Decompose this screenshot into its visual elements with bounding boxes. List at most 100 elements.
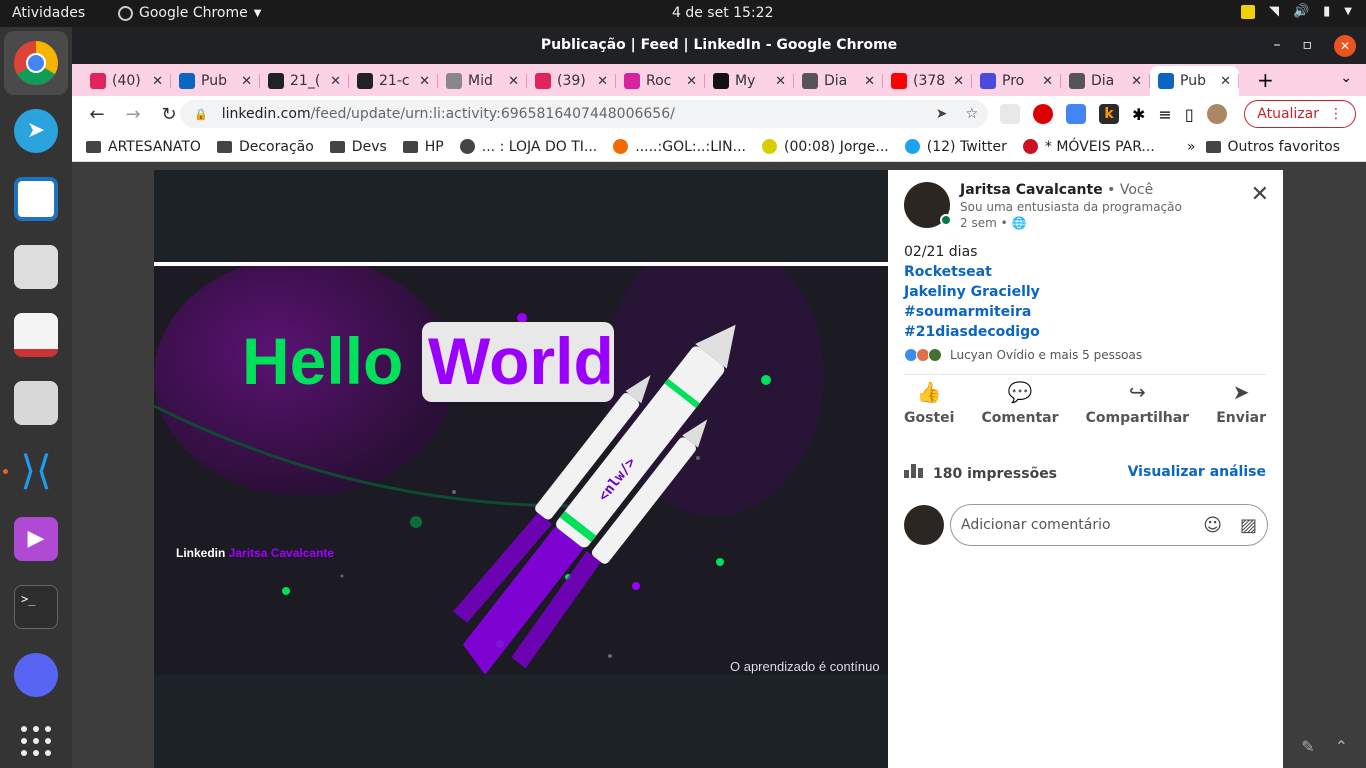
browser-tab[interactable]: Dia ✕ — [794, 66, 883, 96]
bookmarks-bar: ARTESANATO Decoração Devs HP ... : LOJA DO T… — [72, 132, 1366, 162]
dock-discord[interactable] — [10, 649, 62, 701]
close-tab-icon[interactable]: ✕ — [1042, 74, 1053, 89]
back-icon[interactable]: ← — [86, 104, 108, 125]
enviar-button[interactable]: ➤ Enviar — [1216, 380, 1266, 426]
bookmark-item[interactable]: ARTESANATO — [86, 139, 201, 155]
extension-icon[interactable] — [1000, 104, 1020, 124]
dock-image-viewer[interactable] — [10, 241, 62, 293]
browser-tab[interactable]: Dia ✕ — [1061, 66, 1150, 96]
close-tab-icon[interactable]: ✕ — [419, 74, 430, 89]
notes-icon[interactable] — [1240, 4, 1255, 19]
post-link[interactable]: Rocketseat — [904, 262, 1040, 282]
reactions-summary[interactable]: Lucyan Ovídio e mais 5 pessoas — [904, 348, 1142, 362]
browser-tab[interactable]: Mid ✕ — [438, 66, 527, 96]
browser-tab[interactable]: Pub ✕ — [1150, 66, 1239, 96]
browser-tab[interactable]: Roc ✕ — [616, 66, 705, 96]
close-tab-icon[interactable]: ✕ — [241, 74, 252, 89]
update-button[interactable]: Atualizar ⋮ — [1244, 100, 1356, 128]
compartilhar-button[interactable]: ↪ Compartilhar — [1086, 380, 1189, 426]
gostei-button[interactable]: 👍 Gostei — [904, 380, 954, 426]
extension-k-icon[interactable]: k — [1099, 104, 1119, 124]
address-bar[interactable]: 🔒 linkedin.com/feed/update/urn:li:activi… — [180, 100, 988, 128]
dock-terminal[interactable]: >_ — [10, 581, 62, 633]
close-tab-icon[interactable]: ✕ — [1131, 74, 1142, 89]
post-hashtag[interactable]: #soumarmiteira — [904, 302, 1040, 322]
dock-chrome[interactable] — [4, 31, 68, 95]
extension-badge-icon[interactable] — [1033, 104, 1053, 124]
dock-writer[interactable] — [10, 173, 62, 225]
reload-icon[interactable]: ↻ — [158, 104, 180, 125]
post-link[interactable]: Jakeliny Gracielly — [904, 282, 1040, 302]
bookmark-item[interactable]: Devs — [329, 139, 387, 155]
browser-tab[interactable]: (40) ✕ — [82, 66, 171, 96]
author-avatar[interactable] — [904, 182, 952, 228]
emoji-icon[interactable]: ☺ — [1203, 515, 1222, 536]
close-icon[interactable]: ✕ — [1251, 182, 1269, 207]
window-titlebar[interactable]: Publicação | Feed | LinkedIn - Google Ch… — [72, 27, 1366, 64]
post-image[interactable]: <nlw/> Hello World Linkedin Jaritsa Cava… — [154, 262, 888, 675]
bookmark-item[interactable]: HP — [402, 139, 444, 155]
other-favorites-folder[interactable]: Outros favoritos — [1205, 139, 1340, 155]
close-tab-icon[interactable]: ✕ — [953, 74, 964, 89]
bookmark-item[interactable]: * MÓVEIS PAR... — [1022, 139, 1155, 155]
system-tray[interactable]: ◥ 🔊 ▮ ▼ — [1240, 4, 1352, 19]
bookmark-item[interactable]: (12) Twitter — [904, 139, 1007, 155]
new-tab-button[interactable]: + — [1257, 68, 1274, 92]
tab-search-icon[interactable]: ⌄ — [1340, 70, 1352, 86]
dock-telegram[interactable]: ➤ — [10, 105, 62, 157]
browser-tab[interactable]: Pub ✕ — [171, 66, 260, 96]
app-menu-label: Google Chrome — [139, 5, 248, 21]
close-tab-icon[interactable]: ✕ — [152, 74, 163, 89]
browser-tab[interactable]: 21-c ✕ — [349, 66, 438, 96]
close-tab-icon[interactable]: ✕ — [508, 74, 519, 89]
chrome-icon — [14, 41, 58, 85]
show-applications-button[interactable] — [10, 715, 62, 767]
browser-tab[interactable]: (378 ✕ — [883, 66, 972, 96]
author-name[interactable]: Jaritsa Cavalcante — [960, 182, 1103, 198]
post-author[interactable]: Jaritsa Cavalcante • Você Sou uma entusi… — [904, 182, 1182, 230]
forward-icon[interactable]: → — [122, 104, 144, 125]
bookmark-item[interactable]: Decoração — [216, 139, 314, 155]
profile-avatar[interactable] — [1206, 104, 1227, 124]
close-tab-icon[interactable]: ✕ — [775, 74, 786, 89]
impressions-count[interactable]: 180 impressões — [904, 464, 1057, 482]
puzzle-icon[interactable]: ✱ — [1132, 105, 1145, 124]
close-tab-icon[interactable]: ✕ — [597, 74, 608, 89]
browser-tab[interactable]: Pro ✕ — [972, 66, 1061, 96]
close-tab-icon[interactable]: ✕ — [864, 74, 875, 89]
view-analytics-link[interactable]: Visualizar análise — [1128, 464, 1266, 482]
dock-vscode[interactable]: ⟩⟨ — [10, 445, 62, 497]
side-panel-icon[interactable]: ▯ — [1185, 105, 1194, 124]
close-tab-icon[interactable]: ✕ — [686, 74, 697, 89]
tab-favicon-icon — [713, 73, 729, 89]
browser-tab[interactable]: My ✕ — [705, 66, 794, 96]
comment-input[interactable]: Adicionar comentário ☺ ▨ — [950, 504, 1268, 546]
dock-document-viewer[interactable] — [10, 309, 62, 361]
bookmark-star-icon[interactable]: ☆ — [965, 106, 978, 122]
lock-icon: 🔒 — [194, 107, 208, 121]
activities-button[interactable]: Atividades — [12, 5, 85, 21]
send-to-device-icon[interactable]: ➤ — [936, 106, 948, 122]
media-control-icon[interactable]: ≡ — [1158, 105, 1171, 124]
dock-video[interactable]: ▶ — [10, 513, 62, 565]
bookmark-item[interactable]: .....:GOL:..:LIN... — [613, 139, 746, 155]
post-hashtag[interactable]: #21diasdecodigo — [904, 322, 1040, 342]
collapse-icon[interactable]: ⌃ — [1335, 737, 1348, 756]
app-menu[interactable]: Google Chrome ▼ — [118, 5, 261, 21]
bookmark-item[interactable]: (00:08) Jorge... — [761, 139, 889, 155]
comentar-button[interactable]: 💬 Comentar — [982, 380, 1059, 426]
bookmarks-overflow-icon[interactable]: » — [1187, 139, 1196, 155]
close-tab-icon[interactable]: ✕ — [1220, 74, 1231, 89]
translate-icon[interactable] — [1066, 104, 1086, 124]
maximize-icon[interactable]: ▫ — [1303, 27, 1313, 64]
image-icon[interactable]: ▨ — [1240, 515, 1257, 536]
bookmark-item[interactable]: ... : LOJA DO TI... — [459, 139, 597, 155]
compose-icon[interactable]: ✎ — [1301, 737, 1314, 756]
close-window-icon[interactable]: ✕ — [1334, 34, 1356, 57]
clock[interactable]: 4 de set 15:22 — [672, 5, 774, 21]
dock-files[interactable] — [10, 377, 62, 429]
close-tab-icon[interactable]: ✕ — [330, 74, 341, 89]
browser-tab[interactable]: (39) ✕ — [527, 66, 616, 96]
minimize-icon[interactable]: – — [1274, 27, 1281, 64]
browser-tab[interactable]: 21_(✕ — [260, 66, 349, 96]
